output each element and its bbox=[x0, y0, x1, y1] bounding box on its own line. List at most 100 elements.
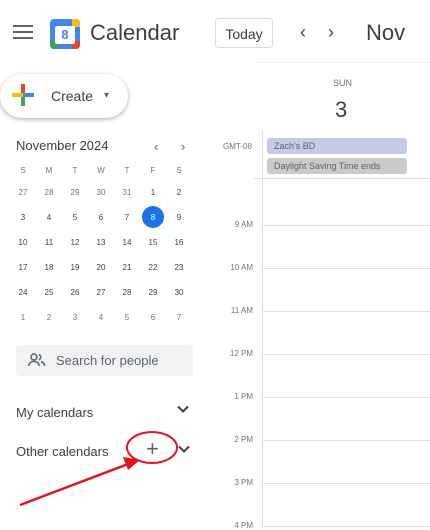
mini-calendar-day[interactable]: 5 bbox=[114, 305, 140, 330]
chevron-left-icon[interactable]: ‹ bbox=[300, 22, 306, 43]
all-day-event[interactable]: Daylight Saving Time ends bbox=[267, 158, 407, 174]
mini-calendar-title: November 2024 bbox=[16, 138, 109, 153]
mini-calendar-day[interactable]: 1 bbox=[140, 180, 166, 205]
mini-calendar-day[interactable]: 22 bbox=[140, 255, 166, 280]
mini-calendar-day[interactable]: 26 bbox=[62, 280, 88, 305]
app-title: Calendar bbox=[90, 20, 180, 45]
mini-calendar-day[interactable]: 15 bbox=[140, 230, 166, 255]
mini-calendar-day[interactable]: 2 bbox=[166, 180, 192, 205]
hour-line bbox=[262, 526, 430, 527]
hour-label: 1 PM bbox=[234, 392, 253, 401]
calendar-logo-icon: 8 bbox=[50, 19, 80, 49]
mini-calendar-day[interactable]: 28 bbox=[114, 280, 140, 305]
all-day-event[interactable]: Zach's BD bbox=[267, 138, 407, 154]
mini-calendar-day[interactable]: 14 bbox=[114, 230, 140, 255]
weekday-header: W bbox=[97, 166, 105, 175]
weekday-header: T bbox=[124, 166, 130, 175]
chevron-right-icon[interactable]: › bbox=[181, 139, 185, 154]
mini-calendar-grid: S M T W T F S 27 28 29 30 31 1 2 3 4 5 6 7 8 9 10 11 12 1… bbox=[10, 162, 192, 330]
mini-calendar-day[interactable]: 3 bbox=[10, 205, 36, 230]
mini-calendar-week: 1234567 bbox=[10, 305, 192, 330]
my-calendars-heading[interactable]: My calendars bbox=[16, 405, 93, 420]
mini-calendar-day[interactable]: 5 bbox=[62, 205, 88, 230]
month-title: Nov bbox=[366, 20, 406, 45]
hour-label: 12 PM bbox=[229, 349, 253, 358]
today-button[interactable]: Today bbox=[215, 18, 273, 48]
mini-calendar-day[interactable]: 21 bbox=[114, 255, 140, 280]
mini-calendar-week: 3456789 bbox=[10, 205, 192, 230]
mini-calendar-week: 17 18 19 20 21 22 23 bbox=[10, 255, 192, 280]
hour-label: 9 AM bbox=[234, 220, 253, 229]
day-number[interactable]: 3 bbox=[335, 97, 347, 123]
annotation-arrow-icon bbox=[19, 457, 140, 507]
hour-line bbox=[262, 311, 430, 312]
chevron-right-icon[interactable]: › bbox=[328, 22, 334, 43]
search-people-placeholder: Search for people bbox=[56, 353, 159, 368]
mini-calendar-weeks: 27 28 29 30 31 1 2 3 4 5 6 7 8 9 10 11 12 13 14 15 16 17 18 19 2… bbox=[10, 180, 192, 330]
hour-label: 10 AM bbox=[230, 263, 253, 272]
hour-line bbox=[262, 354, 430, 355]
mini-calendar-day[interactable]: 13 bbox=[88, 230, 114, 255]
mini-calendar-day[interactable]: 9 bbox=[166, 205, 192, 230]
hour-label: 3 PM bbox=[234, 478, 253, 487]
mini-calendar-day[interactable]: 4 bbox=[36, 205, 62, 230]
create-button[interactable]: Create ▾ bbox=[0, 74, 128, 118]
weekday-header: F bbox=[150, 166, 156, 175]
mini-calendar-day[interactable]: 7 bbox=[114, 205, 140, 230]
search-people-input[interactable]: Search for people bbox=[16, 345, 193, 376]
mini-calendar-day[interactable]: 31 bbox=[114, 180, 140, 205]
mini-calendar-day[interactable]: 8 bbox=[140, 205, 166, 230]
mini-calendar-day[interactable]: 2 bbox=[36, 305, 62, 330]
mini-calendar-week: 24 25 26 27 28 29 30 bbox=[10, 280, 192, 305]
people-icon bbox=[28, 353, 46, 367]
weekday-header: S bbox=[20, 166, 26, 175]
mini-calendar-day[interactable]: 6 bbox=[140, 305, 166, 330]
mini-calendar-week: 10 11 12 13 14 15 16 bbox=[10, 230, 192, 255]
header-divider bbox=[255, 62, 430, 63]
hour-line bbox=[262, 268, 430, 269]
mini-calendar-day[interactable]: 12 bbox=[62, 230, 88, 255]
day-column-divider bbox=[262, 130, 263, 529]
mini-calendar-day[interactable]: 29 bbox=[62, 180, 88, 205]
mini-calendar-day[interactable]: 27 bbox=[10, 180, 36, 205]
day-of-week: SUN bbox=[333, 78, 353, 88]
mini-calendar-day[interactable]: 25 bbox=[36, 280, 62, 305]
chevron-down-icon[interactable] bbox=[178, 442, 190, 456]
mini-calendar-day[interactable]: 20 bbox=[88, 255, 114, 280]
weekday-header: M bbox=[45, 166, 53, 175]
mini-calendar-day[interactable]: 30 bbox=[166, 280, 192, 305]
hour-line bbox=[262, 225, 430, 226]
mini-calendar-day[interactable]: 3 bbox=[62, 305, 88, 330]
mini-calendar-day[interactable]: 1 bbox=[10, 305, 36, 330]
create-label: Create bbox=[51, 88, 94, 104]
menu-icon[interactable] bbox=[11, 22, 35, 42]
mini-calendar-day[interactable]: 19 bbox=[62, 255, 88, 280]
mini-calendar-week: 27 28 29 30 31 1 2 bbox=[10, 180, 192, 205]
mini-calendar-day[interactable]: 28 bbox=[36, 180, 62, 205]
hour-label: 11 AM bbox=[230, 306, 253, 315]
mini-calendar-day[interactable]: 11 bbox=[36, 230, 62, 255]
mini-calendar-day[interactable]: 24 bbox=[10, 280, 36, 305]
mini-calendar-day[interactable]: 18 bbox=[36, 255, 62, 280]
caret-down-icon: ▾ bbox=[104, 90, 110, 101]
hour-line bbox=[262, 440, 430, 441]
timezone-label: GMT-08 bbox=[223, 142, 252, 151]
chevron-down-icon[interactable] bbox=[176, 402, 190, 416]
mini-calendar-day[interactable]: 16 bbox=[166, 230, 192, 255]
mini-calendar-day[interactable]: 17 bbox=[10, 255, 36, 280]
mini-calendar-day[interactable]: 29 bbox=[140, 280, 166, 305]
mini-calendar-day[interactable]: 23 bbox=[166, 255, 192, 280]
weekday-header: T bbox=[72, 166, 78, 175]
mini-calendar-day[interactable]: 6 bbox=[88, 205, 114, 230]
mini-calendar-day[interactable]: 7 bbox=[166, 305, 192, 330]
mini-calendar-day[interactable]: 27 bbox=[88, 280, 114, 305]
mini-calendar-day[interactable]: 30 bbox=[88, 180, 114, 205]
hour-line bbox=[262, 483, 430, 484]
chevron-left-icon[interactable]: ‹ bbox=[154, 139, 158, 154]
hour-line bbox=[262, 397, 430, 398]
plus-icon bbox=[12, 84, 34, 106]
logo-day: 8 bbox=[55, 26, 75, 44]
mini-calendar-day[interactable]: 10 bbox=[10, 230, 36, 255]
mini-calendar-day[interactable]: 4 bbox=[88, 305, 114, 330]
all-day-divider bbox=[254, 178, 430, 179]
